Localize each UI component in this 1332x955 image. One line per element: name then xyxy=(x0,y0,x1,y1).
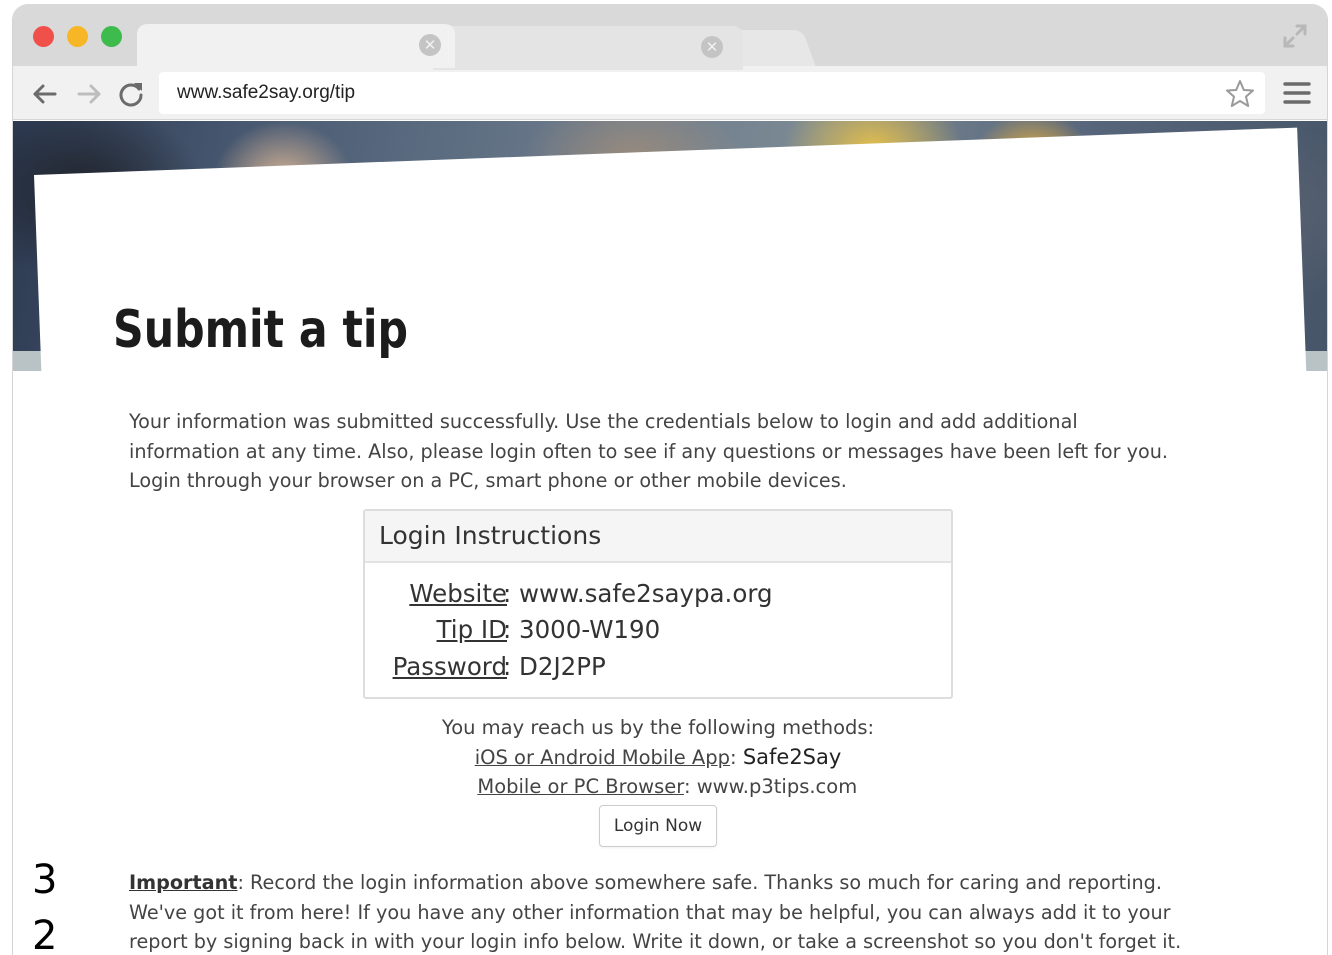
credential-row-password: Password : D2J2PP xyxy=(365,652,951,688)
credential-colon: : xyxy=(503,652,512,681)
web-page: Submit a tip Your information was submit… xyxy=(13,121,1327,955)
maximize-window-button[interactable] xyxy=(101,26,122,47)
credential-label: Password xyxy=(392,652,507,681)
browser-toolbar: www.safe2say.org/tip xyxy=(13,66,1327,120)
tab-active[interactable]: ✕ xyxy=(137,24,455,68)
credential-value: D2J2PP xyxy=(519,652,606,681)
tab-bar: ✕ ✕ xyxy=(13,4,1327,70)
credential-value: www.safe2saypa.org xyxy=(519,579,773,608)
success-message: Your information was submitted successfu… xyxy=(129,410,1169,492)
login-box-header: Login Instructions xyxy=(365,511,951,563)
minimize-window-button[interactable] xyxy=(67,26,88,47)
browser-url: www.p3tips.com xyxy=(696,775,858,798)
page-number: 32 xyxy=(32,857,58,955)
reload-icon[interactable] xyxy=(117,80,145,108)
login-now-button[interactable]: Login Now xyxy=(599,805,717,847)
browser-link[interactable]: Mobile or PC Browser xyxy=(477,775,684,798)
close-window-button[interactable] xyxy=(33,26,54,47)
credential-colon: : xyxy=(503,615,512,644)
mobile-app-link[interactable]: iOS or Android Mobile App xyxy=(475,746,730,769)
url-text: www.safe2say.org/tip xyxy=(177,82,356,103)
content-card: Submit a tip Your information was submit… xyxy=(34,127,1327,955)
bookmark-star-icon[interactable] xyxy=(1225,79,1255,109)
tab-close-icon[interactable]: ✕ xyxy=(419,34,441,56)
forward-arrow-icon[interactable] xyxy=(75,80,103,108)
credential-label: Website xyxy=(409,579,507,608)
credential-label: Tip ID xyxy=(436,615,507,644)
credential-value: 3000-W190 xyxy=(519,615,661,644)
contact-methods: You may reach us by the following method… xyxy=(363,713,953,802)
tab-inactive[interactable]: ✕ xyxy=(433,26,743,70)
mobile-app-name: Safe2Say xyxy=(742,744,842,769)
browser-window: ✕ ✕ www.safe2say.org/tip Submit a tip Yo… xyxy=(12,4,1328,955)
page-title: Submit a tip xyxy=(113,300,409,360)
address-bar[interactable]: www.safe2say.org/tip xyxy=(159,72,1265,114)
important-note: Important: Record the login information … xyxy=(129,871,1182,953)
important-text: Record the login information above somew… xyxy=(129,871,1182,953)
credential-row-tip-id: Tip ID : 3000-W190 xyxy=(365,615,951,651)
fullscreen-icon[interactable] xyxy=(1281,22,1309,50)
back-arrow-icon[interactable] xyxy=(31,80,59,108)
contact-browser-line: Mobile or PC Browser: www.p3tips.com xyxy=(477,775,858,798)
contact-app-line: iOS or Android Mobile App: Safe2Say xyxy=(474,744,842,769)
tab-close-icon[interactable]: ✕ xyxy=(701,36,723,58)
hamburger-menu-icon[interactable] xyxy=(1283,80,1311,106)
credential-colon: : xyxy=(503,579,512,608)
credential-row-website: Website : www.safe2saypa.org xyxy=(365,579,951,615)
important-label: Important xyxy=(129,871,238,894)
contact-intro: You may reach us by the following method… xyxy=(441,716,875,739)
login-instructions-box: Login Instructions Website : www.safe2sa… xyxy=(363,509,953,699)
